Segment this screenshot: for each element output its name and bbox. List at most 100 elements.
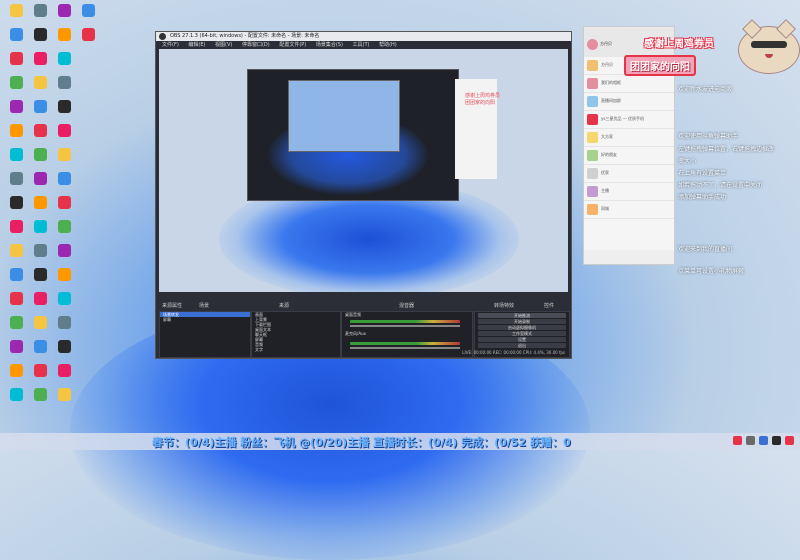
desktop-app-icon[interactable] <box>4 340 28 353</box>
chat-item-text: 好的朋友 <box>601 152 617 157</box>
desktop-app-icon[interactable] <box>52 340 76 353</box>
desktop-app-icon[interactable] <box>4 172 28 185</box>
desktop-app-icon[interactable] <box>28 76 52 89</box>
mixer-level-meter <box>350 320 460 323</box>
chat-list-item[interactable]: 同城 <box>584 201 674 219</box>
danmaku-message: 欢迎新水友进电商贩 <box>678 86 733 93</box>
desktop-app-icon[interactable] <box>28 364 52 377</box>
chat-item-text: 优家 <box>601 170 609 175</box>
menu-view[interactable]: 视图(V) <box>215 42 232 48</box>
chat-list-item[interactable]: 好的朋友 <box>584 147 674 165</box>
desktop-app-icon[interactable] <box>76 28 100 41</box>
desktop-app-icon[interactable] <box>52 364 76 377</box>
scene-item[interactable]: 屏幕 <box>160 317 250 322</box>
chat-list-item[interactable]: 主播 <box>584 183 674 201</box>
desktop-app-icon[interactable] <box>28 268 52 281</box>
dock-scenes-header: 场景 <box>199 303 210 309</box>
desktop-app-icon[interactable] <box>4 220 28 233</box>
desktop-app-icon[interactable] <box>52 388 76 401</box>
desktop-app-icon[interactable] <box>4 28 28 41</box>
promo-line1: 感谢上周鸡券员 <box>644 39 714 50</box>
desktop-app-icon[interactable] <box>28 340 52 353</box>
exit-button[interactable]: 退出 <box>478 343 566 348</box>
desktop-app-icon[interactable] <box>28 292 52 305</box>
danmaku-message: 欢迎使用斗鱼弹幕助手 <box>678 133 739 140</box>
obs-window: OBS 27.1.3 (64-bit, windows) - 配置文件: 未命名… <box>155 31 572 359</box>
nested-inner-window <box>288 80 400 152</box>
desktop-app-icon[interactable] <box>28 316 52 329</box>
mixer-volume-slider[interactable] <box>350 325 460 327</box>
tray-app-icon[interactable] <box>759 436 768 445</box>
chat-list-item[interactable]: 大方家 <box>584 129 674 147</box>
chat-list-item[interactable]: 优家 <box>584 165 674 183</box>
desktop-app-icon[interactable] <box>4 52 28 65</box>
menu-scene-collection[interactable]: 场景集合(S) <box>316 42 343 48</box>
desktop-app-icon[interactable] <box>4 268 28 281</box>
desktop-app-icon[interactable] <box>28 196 52 209</box>
desktop-app-icon[interactable] <box>52 268 76 281</box>
desktop-app-icon[interactable] <box>4 124 28 137</box>
desktop-app-icon[interactable] <box>4 244 28 257</box>
desktop-app-icon[interactable] <box>52 76 76 89</box>
desktop-app-icon[interactable] <box>28 244 52 257</box>
settings-button[interactable]: 设置 <box>478 337 566 342</box>
chat-avatar <box>587 39 598 50</box>
desktop-app-icon[interactable] <box>28 100 52 113</box>
danmaku-message: 如若拖动不了，请在设置中关闭 <box>678 182 763 189</box>
menu-docks[interactable]: 停靠窗口(D) <box>242 42 270 48</box>
desktop-app-icon[interactable] <box>52 52 76 65</box>
desktop-app-icon[interactable] <box>28 4 52 17</box>
desktop-app-icon[interactable] <box>28 172 52 185</box>
desktop-app-icon[interactable] <box>52 244 76 257</box>
tray-app-icon[interactable] <box>733 436 742 445</box>
tray-app-icon[interactable] <box>746 436 755 445</box>
chat-list-item[interactable]: 直播间加群 <box>584 93 674 111</box>
menu-tools[interactable]: 工具(T) <box>353 42 370 48</box>
desktop-app-icon[interactable] <box>4 4 28 17</box>
desktop-app-icon[interactable] <box>52 292 76 305</box>
desktop-app-icon[interactable] <box>28 52 52 65</box>
danmaku-message: 左键拖拽弹幕位置，右键拖拽边框改 <box>678 146 775 153</box>
chat-list-item[interactable]: 我们的相框 <box>584 75 674 93</box>
chat-item-text: 同城 <box>601 206 609 211</box>
menu-profile[interactable]: 配置文件(P) <box>279 42 306 48</box>
desktop-app-icon[interactable] <box>52 196 76 209</box>
desktop-app-icon[interactable] <box>28 148 52 161</box>
studio-mode-button[interactable]: 工作室模式 <box>478 331 566 336</box>
menu-edit[interactable]: 编辑(E) <box>188 42 205 48</box>
desktop-app-icon[interactable] <box>28 388 52 401</box>
menu-help[interactable]: 帮助(H) <box>379 42 397 48</box>
chat-item-avatar <box>587 168 598 179</box>
desktop-app-icon[interactable] <box>4 76 28 89</box>
danmaku-message: 变大小 <box>678 158 697 165</box>
desktop-app-icon[interactable] <box>4 148 28 161</box>
desktop-app-icon[interactable] <box>4 316 28 329</box>
desktop-app-icon[interactable] <box>4 196 28 209</box>
desktop-app-icon[interactable] <box>52 220 76 233</box>
desktop-app-icon[interactable] <box>28 220 52 233</box>
start-streaming-button[interactable]: 开始推流 <box>478 313 566 318</box>
tray-app-icon[interactable] <box>772 436 781 445</box>
desktop-app-icon[interactable] <box>28 28 52 41</box>
mixer-channel-name: 桌面音频 <box>345 312 361 317</box>
desktop-app-icon[interactable] <box>52 148 76 161</box>
menu-file[interactable]: 文件(F) <box>162 42 179 48</box>
desktop-app-icon[interactable] <box>4 292 28 305</box>
desktop-app-icon[interactable] <box>28 124 52 137</box>
desktop-app-icon[interactable] <box>52 100 76 113</box>
desktop-app-icon[interactable] <box>4 100 28 113</box>
start-recording-button[interactable]: 开始录制 <box>478 319 566 324</box>
desktop-app-icon[interactable] <box>76 4 100 17</box>
desktop-app-icon[interactable] <box>52 124 76 137</box>
desktop-app-icon[interactable] <box>52 172 76 185</box>
virtual-camera-button[interactable]: 启动虚拟摄像机 <box>478 325 566 330</box>
desktop-app-icon[interactable] <box>52 316 76 329</box>
nested-obs-preview <box>247 69 459 201</box>
tray-app-icon[interactable] <box>785 436 794 445</box>
desktop-app-icon[interactable] <box>4 364 28 377</box>
desktop-app-icon[interactable] <box>52 28 76 41</box>
desktop-app-icon[interactable] <box>4 388 28 401</box>
chat-list-item[interactable]: ys三星优品 — 优质手机 <box>584 111 674 129</box>
obs-preview-canvas[interactable]: 感谢上周鸡券员 团团家的向阳 <box>159 49 568 292</box>
desktop-app-icon[interactable] <box>52 4 76 17</box>
